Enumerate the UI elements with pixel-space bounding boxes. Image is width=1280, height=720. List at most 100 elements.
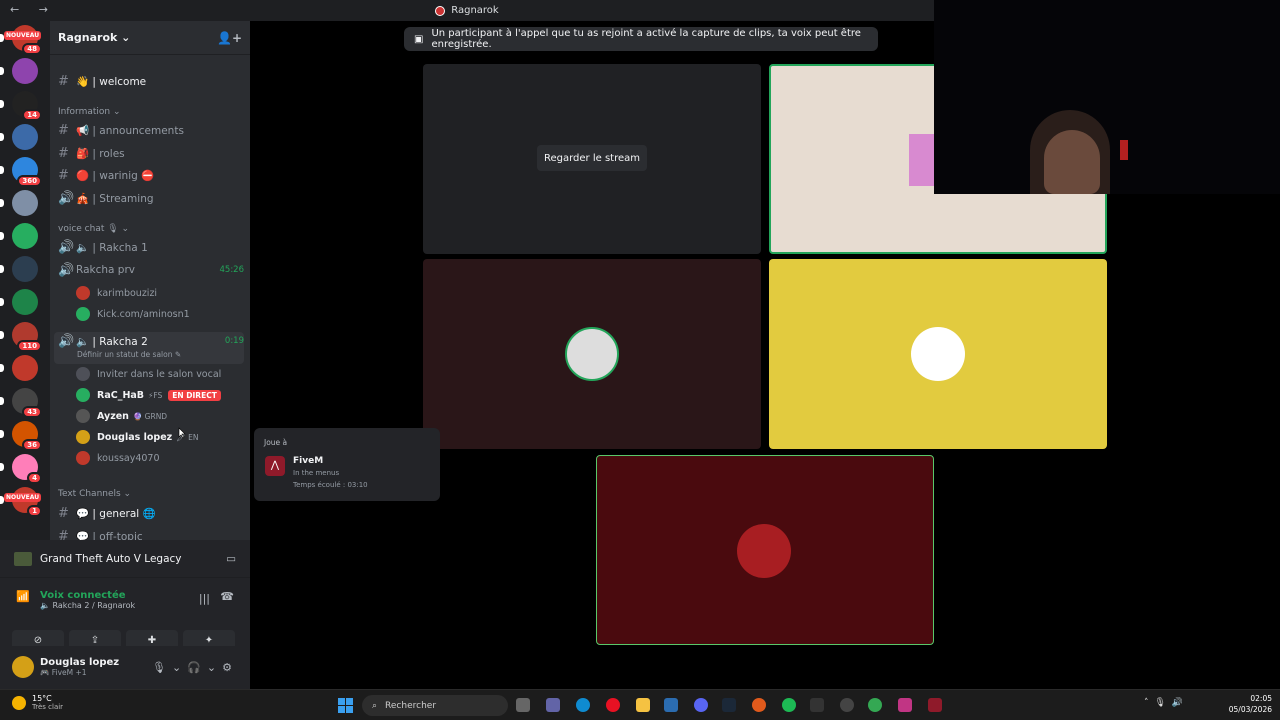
disconnect-icon[interactable]: ☎ <box>220 590 234 603</box>
clip-icon: ▣ <box>414 33 424 45</box>
channel-roles[interactable]: # 🎒 | roles <box>58 143 244 163</box>
server-pill <box>0 364 4 372</box>
server-icon[interactable]: 48 NOUVEAU <box>4 25 42 55</box>
app-icon[interactable] <box>752 698 766 712</box>
user-controls[interactable]: 🎙⌄🎧⌄⚙ <box>152 661 238 674</box>
teams-icon[interactable] <box>546 698 560 712</box>
edge-icon[interactable] <box>576 698 590 712</box>
voice-user-name: Douglas lopez <box>97 431 173 443</box>
voice-user[interactable]: koussay4070 <box>76 448 240 468</box>
voice-user-name: Inviter dans le salon vocal <box>97 368 222 380</box>
channel-status-editor[interactable]: Définir un statut de salon ✎ <box>77 350 181 359</box>
obs-icon[interactable] <box>840 698 854 712</box>
channel-warinig[interactable]: # 🔴 | warinig ⛔ <box>58 165 244 185</box>
avatar <box>76 409 90 423</box>
channel-welcome[interactable]: # 👋 | welcome <box>58 71 244 91</box>
server-icon[interactable]: 14 <box>12 91 42 121</box>
server-pill <box>0 463 4 471</box>
chrome-icon[interactable] <box>868 698 882 712</box>
discord-icon[interactable] <box>694 698 708 712</box>
server-pill <box>0 397 4 405</box>
windows-start-icon[interactable] <box>338 698 353 713</box>
server-icon[interactable]: 1 NOUVEAU <box>4 487 42 517</box>
new-badge: NOUVEAU <box>4 493 42 502</box>
call-duration: 0:19 <box>224 336 244 346</box>
server-icon <box>435 5 446 16</box>
unread-badge: 110 <box>17 340 42 352</box>
server-pill <box>0 67 4 75</box>
user-row: Douglas lopez 🎮 FiveM +1 🎙⌄🎧⌄⚙ <box>0 646 250 688</box>
avatar <box>76 286 90 300</box>
voice-user[interactable]: Kick.com/aminosn1 <box>76 304 240 324</box>
channel-rakcha-prv[interactable]: 🔊 Rakcha prv 45:26 <box>58 260 244 280</box>
voice-user[interactable]: Inviter dans le salon vocal <box>76 364 240 384</box>
channel-rakcha-2[interactable]: 🔊 🔈 | Rakcha 2 0:19 <box>58 331 244 351</box>
channel-streaming[interactable]: 🔊 🎪 | Streaming <box>58 188 244 208</box>
server-header[interactable]: Ragnarok ⌄ 👤+ <box>50 21 250 55</box>
avatar <box>76 367 90 381</box>
voice-user[interactable]: Ayzen 🔮 GRND <box>76 406 240 426</box>
task-view-icon[interactable] <box>516 698 530 712</box>
nav-arrows[interactable]: ← → <box>10 3 56 16</box>
weather-widget[interactable]: 15°C Très clair <box>12 694 63 711</box>
call-area: ▣ Un participant à l'appel que tu as rej… <box>250 21 1107 689</box>
participant-tile[interactable] <box>769 259 1107 449</box>
popup-game: FiveM <box>293 456 324 466</box>
category-information[interactable]: Information ⌄ <box>58 107 121 117</box>
server-icon[interactable]: 360 <box>12 157 42 187</box>
channel-rakcha-1[interactable]: 🔊 🔈 | Rakcha 1 <box>58 237 244 257</box>
voice-user[interactable]: RaC_HaB ⚡FS EN DIRECT <box>76 385 240 405</box>
new-badge: NOUVEAU <box>4 31 42 40</box>
server-icon[interactable] <box>12 124 38 150</box>
server-icon[interactable] <box>12 58 38 84</box>
instagram-icon[interactable] <box>898 698 912 712</box>
game-title: Grand Theft Auto V Legacy <box>40 552 182 565</box>
capcut-icon[interactable] <box>810 698 824 712</box>
server-icon[interactable] <box>12 223 38 249</box>
clock[interactable]: 02:05 05/03/2026 <box>1229 693 1272 715</box>
participant-tile-speaking[interactable] <box>596 455 934 645</box>
game-activity-popup: Joue à ⋀ FiveM In the menus Temps écoulé… <box>254 428 440 501</box>
server-icon[interactable] <box>12 190 38 216</box>
server-icon[interactable]: 36 <box>12 421 42 451</box>
server-icon[interactable]: 43 <box>12 388 42 418</box>
category-voice-chat[interactable]: voice chat 🎙 ⌄ <box>58 224 129 234</box>
category-text-channels[interactable]: Text Channels ⌄ <box>58 489 131 499</box>
add-user-icon[interactable]: 👤+ <box>217 31 242 45</box>
voice-user[interactable]: Douglas lopez 🖊 EN <box>76 427 240 447</box>
watch-stream-button[interactable]: Regarder le stream <box>537 145 647 171</box>
game-activity-bar: Grand Theft Auto V Legacy ▭ <box>0 540 250 578</box>
unread-badge: 36 <box>22 439 42 451</box>
avatar[interactable] <box>12 656 34 678</box>
server-pill <box>0 166 4 174</box>
server-icon[interactable]: 4 <box>12 454 42 484</box>
window-title: Ragnarok <box>451 5 499 16</box>
server-icon[interactable] <box>12 256 38 282</box>
opera-icon[interactable] <box>606 698 620 712</box>
server-icon[interactable] <box>12 355 38 381</box>
server-pill <box>0 199 4 207</box>
fivem-icon[interactable] <box>928 698 942 712</box>
channel-general[interactable]: # 💬 | general 🌐 <box>58 503 244 523</box>
server-icon[interactable] <box>12 289 38 315</box>
screen-share-icon[interactable]: ▭ <box>226 553 236 565</box>
voice-user-name: koussay4070 <box>97 452 160 464</box>
fivem-icon: ⋀ <box>265 456 285 476</box>
noise-suppression-icon[interactable]: ||| <box>199 592 210 605</box>
signal-icon: 📶 <box>16 590 30 603</box>
taskbar-search[interactable]: ⌕ Rechercher <box>362 695 508 716</box>
server-name: Ragnarok <box>58 31 118 44</box>
store-icon[interactable] <box>664 698 678 712</box>
system-tray-icons[interactable]: ˄🎙🔊 <box>1144 698 1189 708</box>
file-explorer-icon[interactable] <box>636 698 650 712</box>
voice-user[interactable]: karimbouzizi <box>76 283 240 303</box>
spotify-icon[interactable] <box>782 698 796 712</box>
voice-user-name: RaC_HaB <box>97 389 145 401</box>
participant-tile[interactable] <box>423 259 761 449</box>
mouse-cursor-icon <box>178 427 186 439</box>
server-icon[interactable]: 110 <box>12 322 42 352</box>
stream-tile[interactable]: Regarder le stream <box>423 64 761 254</box>
server-pill <box>0 133 4 141</box>
channel-announcements[interactable]: # 📢 | announcements <box>58 120 244 140</box>
steam-icon[interactable] <box>722 698 736 712</box>
